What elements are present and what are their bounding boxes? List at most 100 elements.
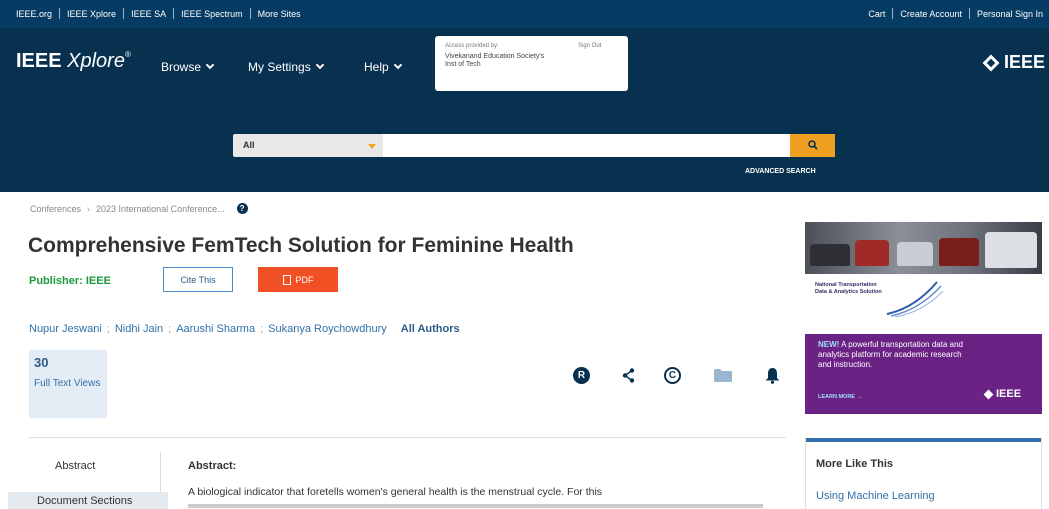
divider	[173, 8, 175, 19]
access-label: Access provided by:	[445, 43, 499, 49]
caret-down-icon	[368, 144, 376, 149]
search-scope-value: All	[243, 140, 255, 150]
search-input[interactable]	[383, 134, 790, 157]
ieee-brand-logo[interactable]: IEEE	[982, 52, 1045, 73]
divider	[892, 8, 894, 19]
nav-my-settings-label: My Settings	[248, 60, 311, 74]
logo-bold: IEEE	[16, 50, 62, 72]
tab-document-sections-label: Document Sections	[37, 495, 133, 507]
help-icon[interactable]: ?	[236, 203, 248, 214]
tab-document-sections[interactable]: Document Sections	[8, 492, 168, 509]
ad-ieee-text: IEEE	[996, 388, 1022, 400]
cite-this-button[interactable]: Cite This	[163, 267, 233, 292]
traffic-photo	[805, 222, 1042, 274]
site-header: IEEE Xplore® Browse My Settings Help Acc…	[0, 28, 1049, 192]
link-create-account[interactable]: Create Account	[900, 9, 962, 19]
ad-new-tag: NEW!	[818, 340, 840, 349]
share-icon[interactable]	[622, 367, 636, 384]
bell-icon[interactable]	[765, 367, 780, 384]
link-ieee-xplore[interactable]: IEEE Xplore	[67, 9, 116, 19]
chevron-down-icon	[205, 60, 215, 70]
advanced-search-link[interactable]: ADVANCED SEARCH	[745, 168, 816, 175]
link-ieee-sa[interactable]: IEEE SA	[131, 9, 166, 19]
account-links: Cart Create Account Personal Sign In	[868, 8, 1043, 19]
related-article-link[interactable]: Using Machine Learning	[816, 490, 935, 502]
ad-learn-more[interactable]: LEARN MORE →	[818, 394, 862, 400]
nav-browse-label: Browse	[161, 60, 202, 74]
divider	[968, 8, 970, 19]
more-like-this-heading: More Like This	[816, 458, 894, 470]
rights-icon[interactable]: R	[573, 367, 590, 384]
search-button[interactable]	[790, 134, 835, 157]
tab-abstract[interactable]: Abstract	[55, 460, 95, 472]
chevron-down-icon	[315, 60, 324, 70]
link-cart[interactable]: Cart	[868, 9, 885, 19]
nav-help[interactable]: Help	[364, 60, 402, 74]
abstract-text-overflow	[188, 502, 788, 509]
page-title: Comprehensive FemTech Solution for Femin…	[28, 234, 574, 257]
institution-access-box: Access provided by: Vivekanand Education…	[435, 36, 628, 91]
author-link[interactable]: Nupur Jeswani	[29, 323, 102, 335]
nav-browse[interactable]: Browse	[161, 60, 215, 74]
divider	[123, 8, 125, 19]
full-text-views-label: Full Text Views	[34, 378, 101, 389]
site-links: IEEE.org IEEE Xplore IEEE SA IEEE Spectr…	[16, 8, 301, 19]
nav-help-label: Help	[364, 60, 389, 74]
ieee-xplore-logo[interactable]: IEEE Xplore®	[16, 50, 131, 73]
ad-body: A powerful transportation data and analy…	[818, 340, 963, 369]
link-ieee-org[interactable]: IEEE.org	[16, 9, 52, 19]
panel-border	[1041, 438, 1042, 509]
car-shape	[810, 244, 850, 266]
top-utility-bar: IEEE.org IEEE Xplore IEEE SA IEEE Spectr…	[0, 0, 1049, 28]
copyright-icon[interactable]: C	[664, 367, 681, 384]
pdf-button-label: PDF	[295, 274, 314, 285]
author-link[interactable]: Aarushi Sharma	[176, 323, 255, 335]
pdf-button[interactable]: PDF	[258, 267, 338, 292]
link-personal-sign-in[interactable]: Personal Sign In	[977, 9, 1043, 19]
chevron-down-icon	[393, 60, 402, 70]
all-authors-link[interactable]: All Authors	[401, 323, 460, 335]
nav-my-settings[interactable]: My Settings	[248, 60, 324, 74]
logo-italic: Xplore	[67, 50, 125, 72]
pdf-icon	[282, 274, 291, 285]
metrics-box[interactable]: 30 Full Text Views	[29, 350, 107, 418]
ad-ieee-logo: IEEE	[983, 388, 1022, 400]
car-shape	[985, 232, 1037, 268]
full-text-views-count: 30	[34, 355, 49, 370]
ieee-diamond-icon	[982, 54, 1000, 71]
breadcrumb-conference[interactable]: 2023 International Conference...	[96, 204, 225, 214]
swoosh-graphic	[886, 281, 944, 318]
logo-mark: ®	[124, 50, 131, 59]
ieee-diamond-icon	[983, 389, 994, 399]
link-more-sites[interactable]: More Sites	[258, 9, 301, 19]
ieee-brand-text: IEEE	[1003, 52, 1045, 72]
panel-border	[805, 438, 806, 509]
institution-name: Vivekanand Education Society's Inst of T…	[445, 53, 545, 68]
author-link[interactable]: Nidhi Jain	[115, 323, 163, 335]
publisher-label: Publisher: IEEE	[29, 275, 111, 287]
more-like-this-panel: More Like This Using Machine Learning	[805, 438, 1042, 509]
divider	[59, 8, 61, 19]
breadcrumb-separator: ›	[87, 203, 91, 214]
author-link[interactable]: Sukanya Roychowdhury	[268, 323, 387, 335]
author-separator: ;	[260, 323, 264, 335]
author-list: Nupur Jeswani ; Nidhi Jain ; Aarushi Sha…	[29, 323, 460, 335]
link-ieee-spectrum[interactable]: IEEE Spectrum	[181, 9, 243, 19]
author-separator: ;	[106, 323, 110, 335]
breadcrumb: Conferences › 2023 International Confere…	[30, 203, 248, 214]
breadcrumb-conferences[interactable]: Conferences	[30, 204, 81, 214]
advertisement[interactable]: National Transportation Data & Analytics…	[805, 222, 1042, 414]
search-scope-select[interactable]: All	[233, 134, 383, 157]
ad-sponsor-name: National Transportation Data & Analytics…	[815, 282, 882, 295]
car-shape	[939, 238, 979, 266]
car-shape	[897, 242, 933, 266]
divider	[249, 8, 251, 19]
folder-icon[interactable]	[714, 369, 732, 382]
author-separator: ;	[168, 323, 172, 335]
abstract-heading: Abstract:	[188, 460, 237, 472]
sign-out-link[interactable]: Sign Out	[578, 43, 601, 49]
section-divider	[29, 437, 786, 438]
car-shape	[855, 240, 889, 266]
search-icon	[808, 140, 818, 150]
ad-copy: NEW! A powerful transportation data and …	[818, 340, 968, 370]
